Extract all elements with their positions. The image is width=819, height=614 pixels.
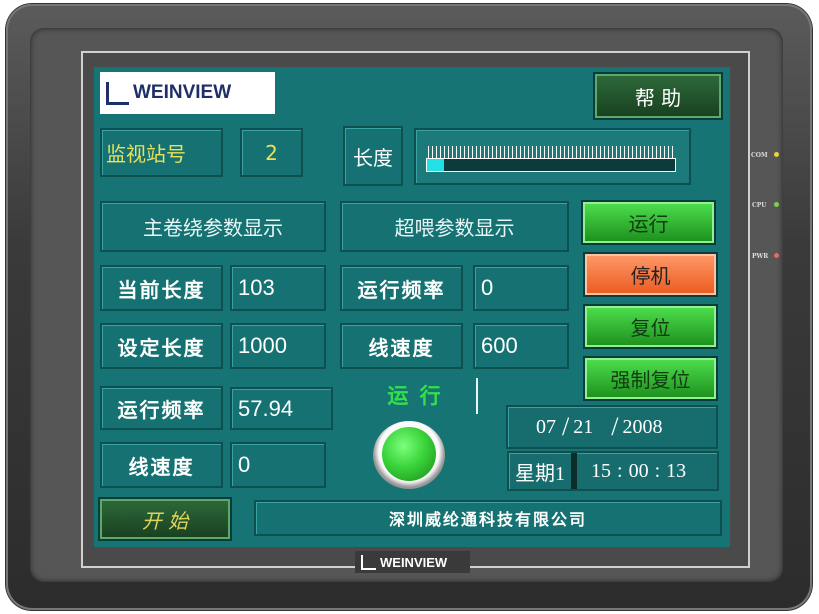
date-year: 2008 bbox=[622, 415, 663, 438]
led-cpu-icon bbox=[774, 202, 779, 207]
over-param-value: 0 bbox=[473, 265, 569, 311]
over-feed-section-title: 超喂参数显示 bbox=[340, 201, 569, 252]
brand-logo: WEINVIEW bbox=[100, 72, 275, 114]
main-param-value: 57.94 bbox=[230, 387, 333, 430]
length-label: 长度 bbox=[343, 126, 403, 186]
run-indicator-lamp-bezel bbox=[373, 421, 445, 489]
main-param-value: 0 bbox=[230, 442, 326, 488]
main-param-label: 设定长度 bbox=[100, 323, 223, 369]
brand-logo-text: WEINVIEW bbox=[133, 82, 232, 103]
over-param-label: 线速度 bbox=[340, 323, 463, 369]
time-separator: : bbox=[617, 459, 623, 482]
time-separator: : bbox=[654, 459, 661, 482]
led-pwr-label: PWR bbox=[752, 253, 769, 260]
help-button-label: 帮 助 bbox=[634, 85, 682, 110]
help-button[interactable]: 帮 助 bbox=[593, 72, 723, 120]
weinview-logo-icon bbox=[106, 81, 129, 105]
main-param-value[interactable]: 1000 bbox=[230, 323, 326, 369]
gauge-fill bbox=[427, 159, 445, 171]
stop-button-label: 停机 bbox=[630, 264, 671, 288]
run-indicator-lamp-icon bbox=[382, 427, 436, 481]
reset-button[interactable]: 复位 bbox=[583, 304, 718, 349]
bezel-logo-text: WEINVIEW bbox=[380, 554, 448, 570]
force-reset-button-label: 强制复位 bbox=[610, 368, 691, 392]
main-param-label: 线速度 bbox=[100, 442, 223, 488]
stop-button[interactable]: 停机 bbox=[583, 252, 718, 297]
main-param-label: 当前长度 bbox=[100, 265, 223, 311]
reset-button-label: 复位 bbox=[630, 316, 671, 340]
led-com-icon bbox=[774, 152, 779, 157]
bezel-logo: WEINVIEW bbox=[355, 551, 470, 573]
time-hour: 15 bbox=[591, 459, 611, 482]
weekday: 星期1 bbox=[515, 462, 565, 485]
station-label: 监视站号 bbox=[100, 128, 223, 177]
over-param-label: 运行频率 bbox=[340, 265, 463, 311]
date-month: 07 bbox=[536, 415, 556, 438]
run-status-text: 运 行 bbox=[387, 383, 443, 408]
company-banner: 深圳威纶通科技有限公司 bbox=[254, 500, 722, 536]
led-pwr-icon bbox=[774, 253, 779, 258]
start-button[interactable]: 开 始 bbox=[98, 497, 232, 541]
gauge-track bbox=[426, 158, 676, 172]
led-com-label: COM bbox=[751, 152, 768, 159]
main-winder-section-title: 主卷绕参数显示 bbox=[100, 201, 326, 252]
main-param-value: 103 bbox=[230, 265, 326, 311]
gauge-ticks bbox=[428, 146, 676, 158]
start-button-label: 开 始 bbox=[141, 508, 189, 533]
length-progress-gauge bbox=[414, 128, 691, 185]
date-display: 07 / 21 / 2008 bbox=[506, 405, 718, 449]
run-button-label: 运行 bbox=[628, 212, 669, 236]
main-param-label: 运行频率 bbox=[100, 386, 223, 430]
station-number-field[interactable]: 2 bbox=[240, 128, 303, 177]
date-separator: / bbox=[562, 412, 570, 441]
time-second: 13 bbox=[666, 459, 687, 482]
time-divider bbox=[571, 453, 577, 489]
status-divider bbox=[476, 378, 478, 414]
date-separator: / bbox=[611, 412, 619, 441]
force-reset-button[interactable]: 强制复位 bbox=[583, 356, 718, 401]
time-display: 星期1 15 : 00 : 13 bbox=[507, 451, 719, 491]
run-button[interactable]: 运行 bbox=[581, 200, 716, 245]
led-cpu-label: CPU bbox=[752, 202, 767, 209]
over-param-value[interactable]: 600 bbox=[473, 323, 569, 369]
time-minute: 00 bbox=[628, 459, 649, 482]
date-day: 21 bbox=[573, 415, 594, 438]
weinview-logo-icon bbox=[361, 554, 376, 570]
